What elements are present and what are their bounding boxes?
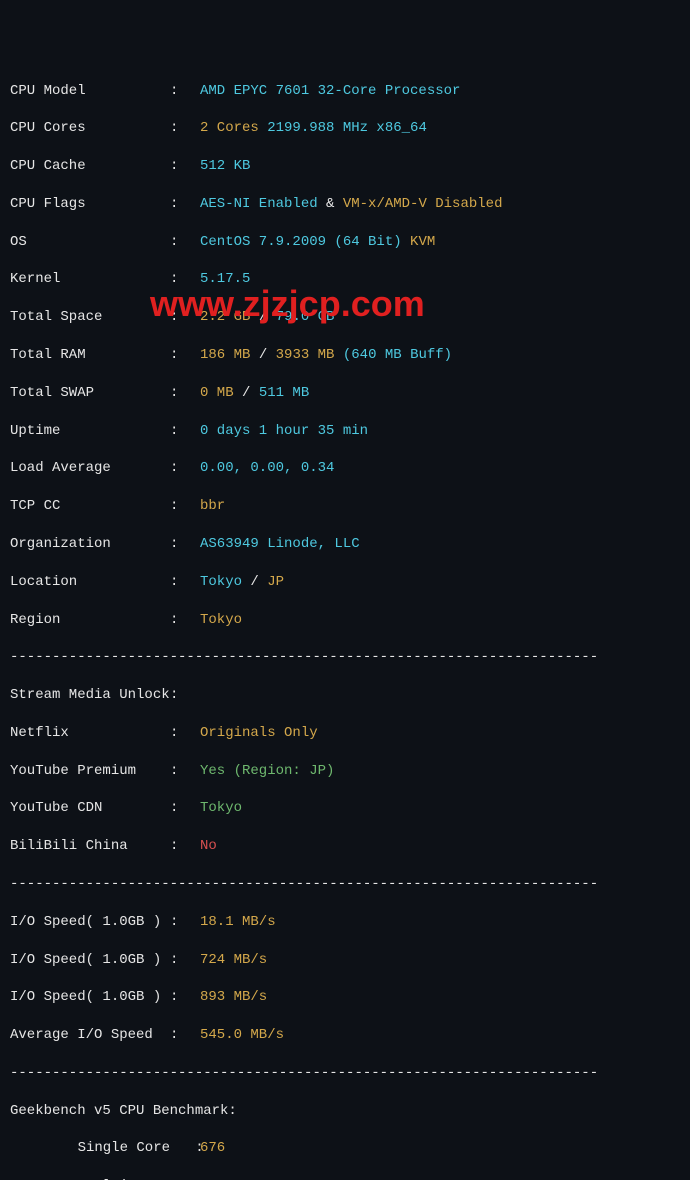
swap-total: 511 MB	[259, 384, 309, 403]
cpu-model-row: CPU Model: AMD EPYC 7601 32-Core Process…	[10, 82, 680, 101]
io-test2-label: I/O Speed( 1.0GB )	[10, 951, 170, 970]
location-label: Location	[10, 573, 170, 592]
divider: ----------------------------------------…	[10, 648, 680, 667]
gb-single-row: Single Core : 676	[10, 1139, 680, 1158]
cpu-cores-row: CPU Cores: 2 Cores 2199.988 MHz x86_64	[10, 119, 680, 138]
ram-used: 186 MB	[200, 346, 250, 365]
os-virt: KVM	[410, 233, 435, 252]
io-avg-value: 545.0 MB/s	[200, 1026, 284, 1045]
gb-multi-value: 886	[200, 1177, 225, 1180]
io-test1-row: I/O Speed( 1.0GB ): 18.1 MB/s	[10, 913, 680, 932]
yt-cdn-value: Tokyo	[200, 799, 242, 818]
yt-premium-label: YouTube Premium	[10, 762, 170, 781]
cpu-cache-label: CPU Cache	[10, 157, 170, 176]
io-test2-row: I/O Speed( 1.0GB ): 724 MB/s	[10, 951, 680, 970]
io-test1-value: 18.1 MB/s	[200, 913, 276, 932]
location-country: JP	[267, 573, 284, 592]
gb-single-value: 676	[200, 1139, 225, 1158]
org-row: Organization: AS63949 Linode, LLC	[10, 535, 680, 554]
io-test2-value: 724 MB/s	[200, 951, 267, 970]
kernel-label: Kernel	[10, 270, 170, 289]
bilibili-label: BiliBili China	[10, 837, 170, 856]
bilibili-value: No	[200, 837, 217, 856]
io-test3-label: I/O Speed( 1.0GB )	[10, 988, 170, 1007]
geekbench-header-row: Geekbench v5 CPU Benchmark:	[10, 1102, 680, 1121]
io-test3-value: 893 MB/s	[200, 988, 267, 1007]
org-label: Organization	[10, 535, 170, 554]
io-test3-row: I/O Speed( 1.0GB ): 893 MB/s	[10, 988, 680, 1007]
region-value: Tokyo	[200, 611, 242, 630]
cpu-model-value: AMD EPYC 7601 32-Core Processor	[200, 82, 460, 101]
divider: ----------------------------------------…	[10, 1064, 680, 1083]
yt-premium-value: Yes (Region: JP)	[200, 762, 334, 781]
stream-header: Stream Media Unlock	[10, 686, 170, 705]
total-swap-row: Total SWAP: 0 MB / 511 MB	[10, 384, 680, 403]
gb-multi-row: Multi Core : 886	[10, 1177, 680, 1180]
location-city: Tokyo	[200, 573, 242, 592]
netflix-row: Netflix: Originals Only	[10, 724, 680, 743]
tcp-cc-label: TCP CC	[10, 497, 170, 516]
io-avg-row: Average I/O Speed: 545.0 MB/s	[10, 1026, 680, 1045]
ram-total: 3933 MB	[276, 346, 335, 365]
yt-cdn-row: YouTube CDN: Tokyo	[10, 799, 680, 818]
vmx-status: VM-x/AMD-V Disabled	[343, 195, 503, 214]
netflix-label: Netflix	[10, 724, 170, 743]
netflix-value: Originals Only	[200, 724, 318, 743]
load-avg-label: Load Average	[10, 459, 170, 478]
gb-single-label: Single Core	[10, 1139, 170, 1158]
yt-cdn-label: YouTube CDN	[10, 799, 170, 818]
cpu-flags-row: CPU Flags: AES-NI Enabled & VM-x/AMD-V D…	[10, 195, 680, 214]
tcp-cc-row: TCP CC: bbr	[10, 497, 680, 516]
cpu-cores-freq: 2199.988 MHz x86_64	[267, 119, 427, 138]
watermark: www.zjzjcp.com	[150, 280, 425, 329]
cpu-cache-row: CPU Cache: 512 KB	[10, 157, 680, 176]
geekbench-header: Geekbench v5 CPU Benchmark:	[10, 1102, 237, 1121]
cpu-flags-label: CPU Flags	[10, 195, 170, 214]
uptime-label: Uptime	[10, 422, 170, 441]
uptime-row: Uptime: 0 days 1 hour 35 min	[10, 422, 680, 441]
total-swap-label: Total SWAP	[10, 384, 170, 403]
uptime-value: 0 days 1 hour 35 min	[200, 422, 368, 441]
bilibili-row: BiliBili China: No	[10, 837, 680, 856]
swap-used: 0 MB	[200, 384, 234, 403]
divider: ----------------------------------------…	[10, 875, 680, 894]
ram-buff: (640 MB Buff)	[343, 346, 452, 365]
aes-ni: AES-NI Enabled	[200, 195, 318, 214]
os-row: OS: CentOS 7.9.2009 (64 Bit) KVM	[10, 233, 680, 252]
total-space-label: Total Space	[10, 308, 170, 327]
stream-header-row: Stream Media Unlock:	[10, 686, 680, 705]
cpu-model-label: CPU Model	[10, 82, 170, 101]
io-test1-label: I/O Speed( 1.0GB )	[10, 913, 170, 932]
gb-multi-label: Multi Core	[10, 1177, 170, 1180]
org-value: AS63949 Linode, LLC	[200, 535, 360, 554]
cpu-cores-label: CPU Cores	[10, 119, 170, 138]
os-label: OS	[10, 233, 170, 252]
cpu-cache-value: 512 KB	[200, 157, 250, 176]
region-row: Region: Tokyo	[10, 611, 680, 630]
os-name: CentOS 7.9.2009 (64 Bit)	[200, 233, 402, 252]
region-label: Region	[10, 611, 170, 630]
load-avg-row: Load Average: 0.00, 0.00, 0.34	[10, 459, 680, 478]
yt-premium-row: YouTube Premium: Yes (Region: JP)	[10, 762, 680, 781]
io-avg-label: Average I/O Speed	[10, 1026, 170, 1045]
location-row: Location: Tokyo / JP	[10, 573, 680, 592]
load-avg-value: 0.00, 0.00, 0.34	[200, 459, 334, 478]
total-ram-row: Total RAM: 186 MB / 3933 MB (640 MB Buff…	[10, 346, 680, 365]
cpu-cores-count: 2 Cores	[200, 119, 259, 138]
tcp-cc-value: bbr	[200, 497, 225, 516]
total-ram-label: Total RAM	[10, 346, 170, 365]
